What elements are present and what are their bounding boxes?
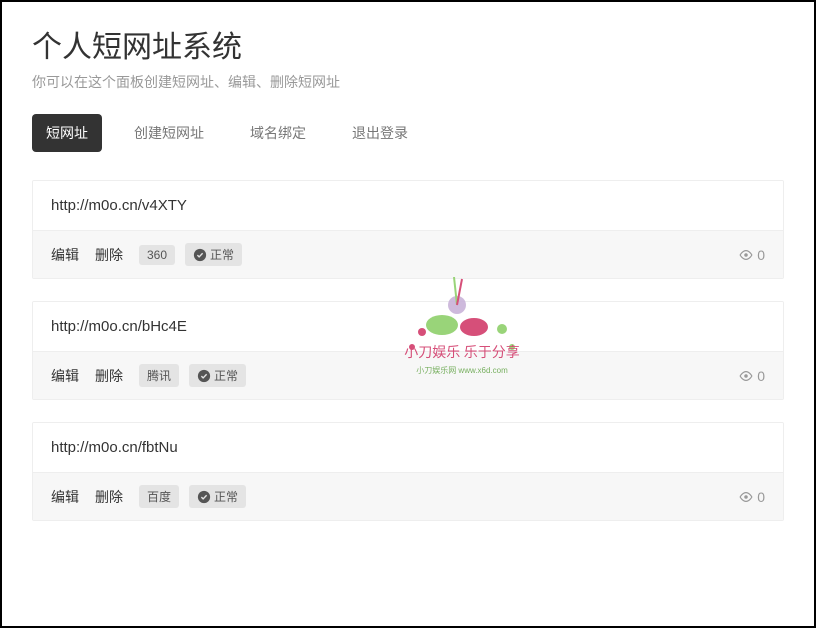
source-badge: 百度 bbox=[139, 485, 179, 508]
delete-link[interactable]: 删除 bbox=[95, 245, 123, 265]
check-circle-icon bbox=[193, 248, 207, 262]
url-card: http://m0o.cn/v4XTY 编辑 删除 360 正常 0 bbox=[32, 180, 784, 279]
tab-domain-binding[interactable]: 域名绑定 bbox=[236, 114, 320, 152]
edit-link[interactable]: 编辑 bbox=[51, 487, 79, 507]
status-label: 正常 bbox=[210, 246, 234, 263]
status-label: 正常 bbox=[214, 367, 238, 384]
status-badge: 正常 bbox=[185, 243, 242, 266]
eye-icon bbox=[739, 490, 753, 504]
status-badge: 正常 bbox=[189, 485, 246, 508]
views-counter: 0 bbox=[739, 489, 765, 505]
edit-link[interactable]: 编辑 bbox=[51, 366, 79, 386]
source-badge: 腾讯 bbox=[139, 364, 179, 387]
tab-short-url[interactable]: 短网址 bbox=[32, 114, 102, 152]
check-circle-icon bbox=[197, 490, 211, 504]
eye-icon bbox=[739, 248, 753, 262]
source-badge: 360 bbox=[139, 245, 175, 265]
delete-link[interactable]: 删除 bbox=[95, 487, 123, 507]
url-card: http://m0o.cn/fbtNu 编辑 删除 百度 正常 0 bbox=[32, 422, 784, 521]
tab-bar: 短网址 创建短网址 域名绑定 退出登录 bbox=[32, 114, 784, 152]
url-card-footer: 编辑 删除 360 正常 0 bbox=[33, 230, 783, 278]
views-value: 0 bbox=[757, 247, 765, 263]
edit-link[interactable]: 编辑 bbox=[51, 245, 79, 265]
status-badge: 正常 bbox=[189, 364, 246, 387]
delete-link[interactable]: 删除 bbox=[95, 366, 123, 386]
url-text: http://m0o.cn/fbtNu bbox=[33, 423, 783, 472]
check-circle-icon bbox=[197, 369, 211, 383]
views-counter: 0 bbox=[739, 247, 765, 263]
page-title: 个人短网址系统 bbox=[32, 22, 784, 66]
status-label: 正常 bbox=[214, 488, 238, 505]
eye-icon bbox=[739, 369, 753, 383]
url-text: http://m0o.cn/bHc4E bbox=[33, 302, 783, 351]
views-value: 0 bbox=[757, 489, 765, 505]
views-value: 0 bbox=[757, 368, 765, 384]
url-card-footer: 编辑 删除 腾讯 正常 0 bbox=[33, 351, 783, 399]
url-text: http://m0o.cn/v4XTY bbox=[33, 181, 783, 230]
tab-logout[interactable]: 退出登录 bbox=[338, 114, 422, 152]
url-card: http://m0o.cn/bHc4E 编辑 删除 腾讯 正常 0 bbox=[32, 301, 784, 400]
url-card-footer: 编辑 删除 百度 正常 0 bbox=[33, 472, 783, 520]
views-counter: 0 bbox=[739, 368, 765, 384]
tab-create-short-url[interactable]: 创建短网址 bbox=[120, 114, 218, 152]
page-subtitle: 你可以在这个面板创建短网址、编辑、删除短网址 bbox=[32, 72, 784, 92]
